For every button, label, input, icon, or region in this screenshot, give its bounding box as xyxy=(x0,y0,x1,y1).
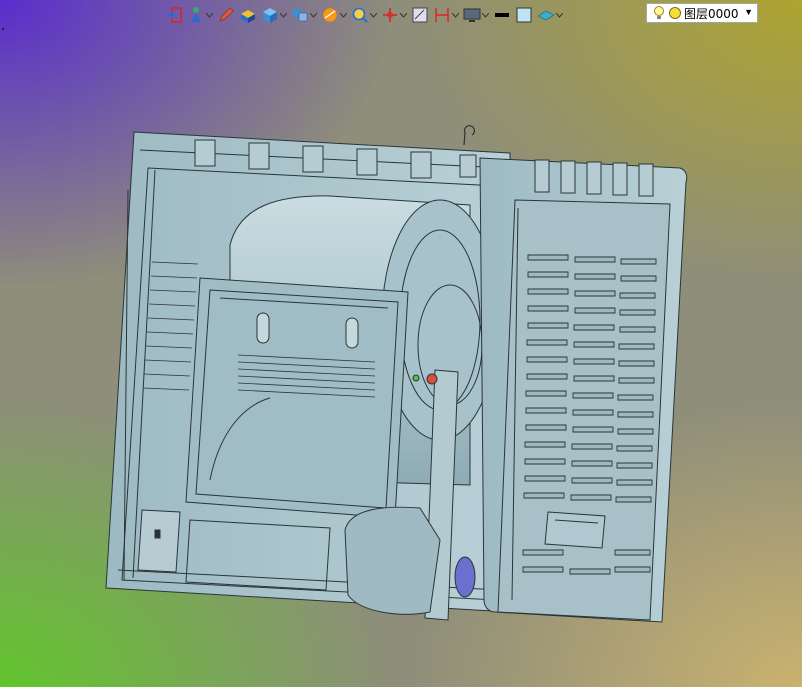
chevron-down-icon[interactable]: ▼ xyxy=(744,7,753,17)
shaded-solid-button[interactable] xyxy=(238,4,258,26)
cad-model-blower-unit[interactable] xyxy=(0,0,802,687)
chevron-down-icon[interactable] xyxy=(309,4,317,26)
axis-button[interactable] xyxy=(380,4,408,26)
yellow-dot-icon xyxy=(669,7,681,19)
chevron-down-icon[interactable] xyxy=(279,4,287,26)
chevron-down-icon[interactable] xyxy=(399,4,407,26)
section-view-icon xyxy=(412,7,428,23)
chevron-down-icon[interactable] xyxy=(555,4,563,26)
layer-dropdown[interactable]: 图层0000 ▼ xyxy=(646,3,758,23)
name-plate xyxy=(544,511,606,549)
person-tool-icon xyxy=(191,7,201,22)
pencil-button[interactable] xyxy=(216,4,236,26)
axis-icon xyxy=(383,8,397,22)
layer-tool-button[interactable] xyxy=(536,4,564,26)
line-weight-icon xyxy=(495,13,509,17)
measure-icon xyxy=(435,8,449,22)
line-weight-button[interactable] xyxy=(492,4,512,26)
person-tool-button[interactable] xyxy=(186,4,214,26)
chevron-down-icon[interactable] xyxy=(205,4,213,26)
front-plate xyxy=(185,277,409,519)
view-orientation-button[interactable] xyxy=(290,4,318,26)
chevron-down-icon[interactable] xyxy=(339,4,347,26)
chevron-down-icon[interactable] xyxy=(451,4,459,26)
view-toolbar xyxy=(164,2,564,28)
cube-icon xyxy=(263,8,277,23)
color-swatch-button[interactable] xyxy=(514,4,534,26)
render-mode-button[interactable] xyxy=(320,4,348,26)
exit-button[interactable] xyxy=(164,4,184,26)
zoom-icon xyxy=(352,7,368,23)
color-swatch-icon xyxy=(516,7,532,23)
lightbulb-icon xyxy=(654,6,664,19)
render-mode-icon xyxy=(322,7,338,23)
shaded-solid-icon xyxy=(241,10,255,23)
chevron-down-icon[interactable] xyxy=(481,4,489,26)
display-icon xyxy=(463,8,481,22)
3d-viewport[interactable]: 图层0000 ▼ xyxy=(0,0,802,687)
exit-door-icon xyxy=(166,7,182,23)
view-orientation-icon xyxy=(293,9,308,22)
right-panel xyxy=(479,157,688,623)
chevron-down-icon[interactable] xyxy=(369,4,377,26)
zoom-button[interactable] xyxy=(350,4,378,26)
display-button[interactable] xyxy=(462,4,490,26)
layer-tool-icon xyxy=(537,10,555,21)
layer-name: 图层0000 xyxy=(684,6,739,21)
top-hook xyxy=(463,125,476,146)
pencil-icon xyxy=(219,7,234,22)
measure-button[interactable] xyxy=(432,4,460,26)
section-view-button[interactable] xyxy=(410,4,430,26)
cube-button[interactable] xyxy=(260,4,288,26)
